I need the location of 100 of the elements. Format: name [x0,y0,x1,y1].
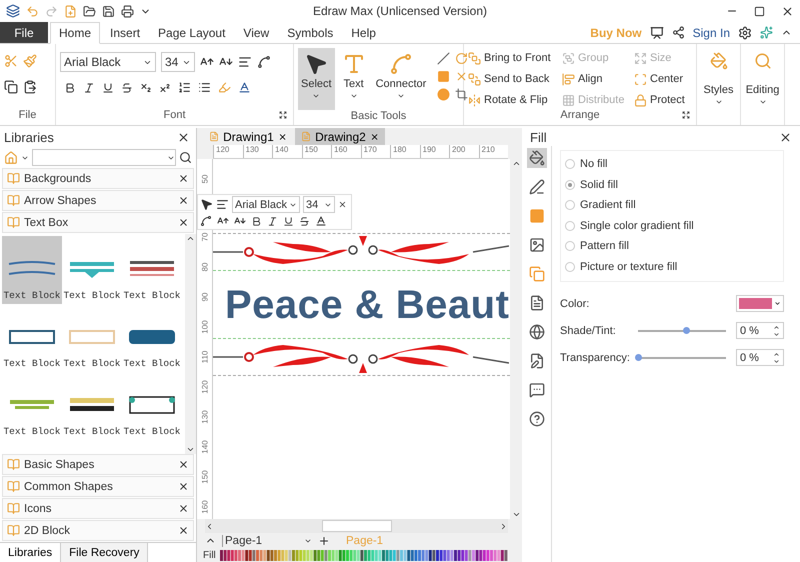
arrange-command[interactable]: Center [634,71,694,87]
ribbon-tab[interactable]: View [235,22,278,43]
font-color-icon[interactable] [315,215,327,227]
radio-button[interactable] [565,159,575,170]
share-icon[interactable] [672,26,685,39]
radio-button[interactable] [565,200,575,210]
slider-thumb[interactable] [683,326,690,334]
ribbon-tab[interactable]: Help [343,22,384,43]
library-category[interactable]: Arrow Shapes [2,190,194,211]
side-tab-button[interactable] [526,177,546,197]
font-name-dropdown[interactable]: Arial Black [232,196,300,213]
paste-icon[interactable] [23,80,37,94]
close-icon[interactable] [178,195,189,206]
close-icon[interactable] [178,525,189,536]
side-tab-button[interactable] [526,148,546,168]
strikethrough-icon[interactable] [299,216,310,226]
fill-option[interactable]: Single color gradient fill [565,218,779,233]
underline-icon[interactable] [102,82,114,94]
value-spinner[interactable]: 0 % [736,322,784,339]
line-icon[interactable] [437,52,450,65]
curve-icon[interactable] [257,55,271,69]
ribbon-tab[interactable]: Symbols [279,22,342,43]
italic-icon[interactable] [267,216,278,226]
fill-option[interactable]: Solid fill [565,178,779,192]
search-icon[interactable] [179,151,192,164]
fill-option[interactable]: Gradient fill [565,198,779,212]
document-tab[interactable]: Drawing2 [295,128,385,145]
scroll-down-icon[interactable] [186,445,195,454]
fill-option[interactable]: No fill [565,157,779,172]
tool-button[interactable]: Select [298,48,335,110]
side-tab-button[interactable] [526,409,546,429]
bold-icon[interactable] [251,216,262,226]
shape-item[interactable]: Text Block [62,236,122,304]
close-icon[interactable] [781,4,794,18]
open-folder-icon[interactable] [83,4,96,18]
subscript-icon[interactable] [140,82,152,94]
arrange-command[interactable]: Rotate & Flip [468,92,562,108]
shape-item[interactable]: Text Block [2,236,62,304]
library-category[interactable]: Common Shapes [2,476,194,497]
arrange-command[interactable]: Protect [634,92,694,108]
font-color-icon[interactable] [238,81,251,94]
shape-item[interactable]: Text Block [122,304,182,372]
close-icon[interactable] [178,503,189,514]
dialog-launcher-icon[interactable] [682,111,690,119]
shape-item[interactable]: Text Block [2,304,62,372]
radio-button[interactable] [565,241,575,252]
library-category[interactable]: Icons [2,498,194,519]
search-field[interactable] [32,149,176,166]
library-category[interactable]: Backgrounds [2,168,194,189]
bullet-list-icon[interactable] [198,81,211,94]
add-page-icon[interactable] [318,534,330,546]
spin-down-icon[interactable] [773,358,780,364]
copy-icon[interactable] [4,80,18,94]
shape-item[interactable]: Text Block [122,236,182,304]
presentation-icon[interactable] [650,26,664,40]
color-picker[interactable] [736,295,784,312]
scroll-up-icon[interactable] [512,159,520,168]
spin-up-icon[interactable] [773,350,780,358]
page-dropdown[interactable]: Page-1 [222,534,312,546]
arrange-command[interactable]: Bring to Front [468,50,562,66]
close-icon[interactable] [779,130,792,144]
connector-icon[interactable] [200,215,212,227]
radio-button[interactable] [565,262,575,272]
superscript-icon[interactable] [159,82,171,94]
dialog-launcher-icon[interactable] [279,111,287,119]
scroll-down-icon[interactable] [512,510,520,519]
shape-item[interactable]: Text Block [62,372,122,440]
scroll-left-icon[interactable] [205,522,214,530]
maximize-icon[interactable] [754,6,765,16]
italic-icon[interactable] [83,82,95,94]
library-category[interactable]: Basic Shapes [2,454,194,475]
panel-tab[interactable]: File Recovery [61,543,148,562]
radio-button[interactable] [565,220,575,231]
tool-button[interactable]: Connector [372,48,430,110]
line-spacing-icon[interactable] [178,81,191,94]
scrollbar[interactable] [185,234,196,454]
sign-in-link[interactable]: Sign In [692,26,730,40]
close-icon[interactable] [278,132,287,142]
bold-icon[interactable] [64,82,76,94]
close-icon[interactable] [178,481,189,492]
print-icon[interactable] [121,4,134,18]
document-tab[interactable]: Drawing1 [203,128,293,145]
ribbon-tab[interactable]: Home [50,22,100,44]
fill-option[interactable]: Pattern fill [565,239,779,254]
arrange-command[interactable]: Send to Back [468,71,562,87]
align-icon[interactable] [238,55,252,69]
sparkle-icon[interactable] [760,26,773,39]
save-icon[interactable] [102,4,115,18]
spin-up-icon[interactable] [773,324,780,330]
value-spinner[interactable]: 0 % [736,349,784,366]
scroll-right-icon[interactable] [499,522,508,530]
library-category[interactable]: Text Box [2,212,194,233]
close-icon[interactable] [338,200,347,209]
slider-thumb[interactable] [635,354,642,360]
font-name-dropdown[interactable]: Arial Black [60,52,156,72]
color-palette-drawing[interactable] [220,550,510,560]
close-icon[interactable] [178,217,189,228]
shape-item[interactable]: Text Block [62,304,122,372]
shape-item[interactable]: Text Block [122,372,182,440]
arrange-command[interactable]: Align [562,71,634,87]
